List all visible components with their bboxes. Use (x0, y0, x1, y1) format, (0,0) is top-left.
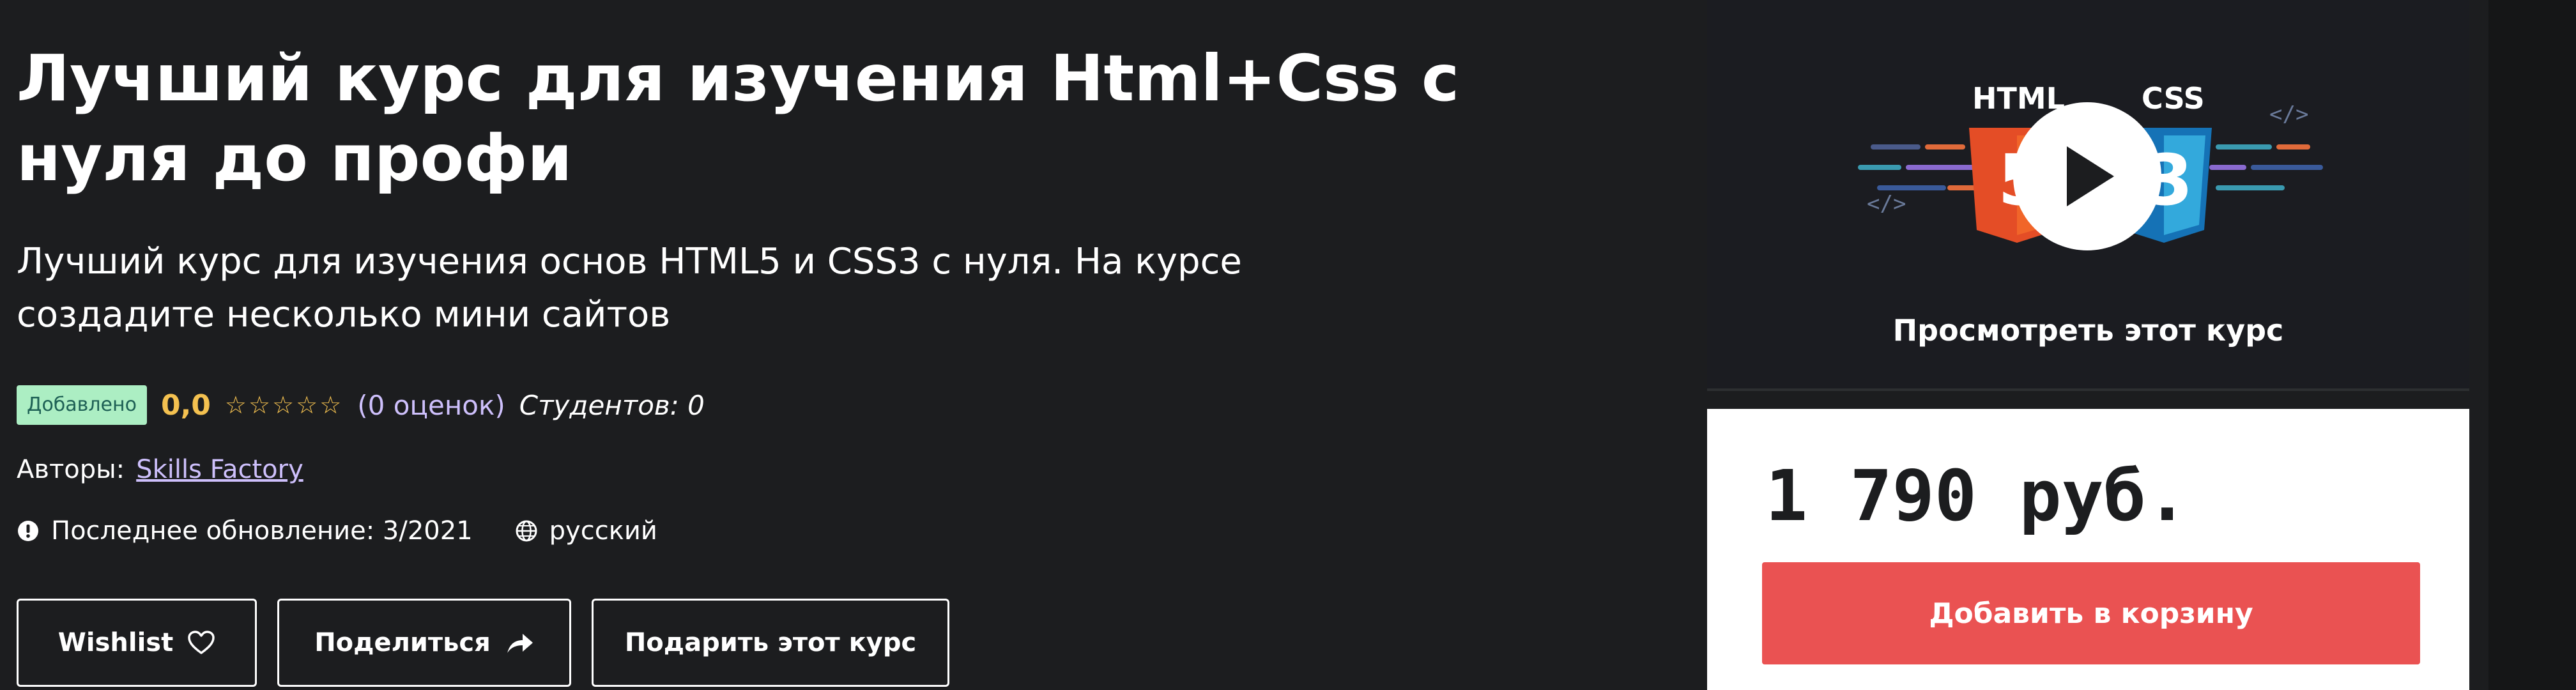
students-count: Студентов: 0 (519, 389, 705, 421)
authors-label: Авторы: (17, 455, 125, 484)
gift-course-button[interactable]: Подарить этот курс (592, 599, 949, 687)
author-link[interactable]: Skills Factory (136, 455, 303, 484)
add-to-cart-button[interactable]: Добавить в корзину (1762, 562, 2420, 664)
play-button[interactable] (2013, 102, 2161, 250)
ratings-count[interactable]: (0 оценок) (357, 390, 505, 421)
share-arrow-icon (507, 634, 533, 653)
preview-label: Просмотреть этот курс (1892, 313, 2284, 348)
play-icon (2067, 146, 2114, 206)
share-label: Поделиться (314, 628, 491, 657)
authors-row: Авторы: Skills Factory (17, 455, 303, 484)
svg-text:</>: </> (2269, 102, 2308, 127)
actions-row: Wishlist Поделиться Подарить этот курс (17, 599, 949, 687)
heart-icon (188, 631, 215, 654)
last-update-text: Последнее обновление: 3/2021 (51, 516, 473, 546)
preview-html-text: HTML (1972, 81, 2065, 116)
rating-row: Добавлено 0,0 ☆☆☆☆☆ (0 оценок) Студентов… (17, 379, 705, 431)
purchase-card: 1 790 руб. Добавить в корзину (1707, 409, 2469, 690)
course-page: Лучший курс для изучения Html+Css с нуля… (0, 0, 2576, 690)
price: 1 790 руб. (1765, 455, 2189, 537)
language-text: русский (549, 516, 657, 546)
course-title: Лучший курс для изучения Html+Css с нуля… (17, 41, 1460, 195)
rating-stars-icon: ☆☆☆☆☆ (224, 391, 344, 419)
status-badge: Добавлено (17, 385, 147, 425)
globe-icon (516, 520, 537, 542)
share-button[interactable]: Поделиться (277, 599, 571, 687)
info-row: Последнее обновление: 3/2021 русский (17, 516, 657, 546)
wishlist-label: Wishlist (57, 628, 174, 657)
page-side-strip (2488, 0, 2576, 690)
alert-icon (18, 521, 38, 541)
svg-text:</>: </> (1867, 191, 1906, 217)
course-subtitle: Лучший курс для изучения основ HTML5 и C… (17, 241, 1242, 335)
wishlist-button[interactable]: Wishlist (17, 599, 257, 687)
preview-css-text: CSS (2142, 81, 2205, 116)
rating-value: 0,0 (160, 388, 211, 422)
